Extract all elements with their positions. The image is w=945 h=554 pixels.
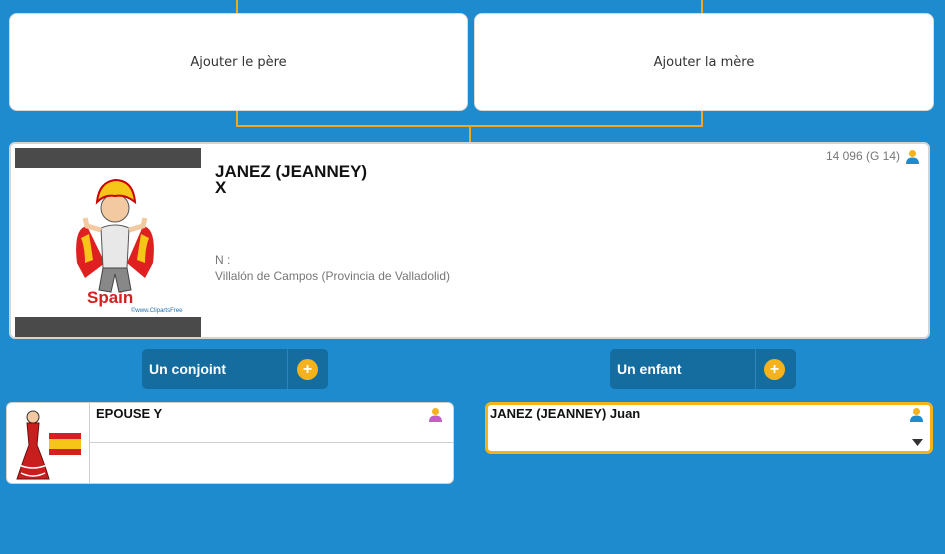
birth-info: N : Villalón de Campos (Provincia de Val… (215, 252, 450, 284)
male-person-icon[interactable] (905, 149, 920, 164)
spouse-card[interactable]: EPOUSE Y (6, 402, 454, 484)
male-person-icon[interactable] (909, 407, 924, 422)
birth-place: Villalón de Campos (Provincia de Vallado… (215, 269, 451, 283)
photo-top-band (15, 148, 201, 168)
add-spouse-button[interactable]: Un conjoint + (142, 349, 328, 389)
connector-father-up (236, 0, 238, 13)
birth-label: N : (215, 253, 231, 267)
sosa-number: 14 096 (G 14) (825, 149, 900, 163)
add-child-button[interactable]: Un enfant + (610, 349, 796, 389)
spouse-name[interactable]: EPOUSE Y (96, 406, 162, 421)
connector-to-person (469, 125, 471, 142)
add-spouse-label: Un conjoint (149, 361, 226, 377)
plus-icon[interactable]: + (297, 359, 318, 380)
child-name[interactable]: JANEZ (JEANNEY) Juan (490, 406, 640, 421)
spouse-divider-vertical (89, 403, 90, 483)
person-surname: JANEZ (JEANNEY) (215, 162, 368, 181)
add-child-label: Un enfant (617, 361, 682, 377)
spouse-divider-horizontal (90, 442, 453, 443)
child-card[interactable]: JANEZ (JEANNEY) Juan (485, 402, 933, 454)
person-name[interactable]: JANEZ (JEANNEY) X (215, 162, 368, 197)
spouse-photo (16, 410, 81, 480)
female-person-icon[interactable] (428, 407, 443, 422)
button-separator (755, 349, 756, 389)
person-given-name: X (215, 178, 227, 197)
chevron-down-icon[interactable] (912, 439, 923, 446)
add-father-card[interactable]: Ajouter le père (9, 13, 468, 111)
photo-bottom-band (15, 317, 201, 337)
connector-mother-up (701, 0, 703, 13)
add-mother-label: Ajouter la mère (653, 54, 755, 70)
add-father-label: Ajouter le père (190, 54, 287, 70)
person-card[interactable]: Spain ©www.ClipartsFree JANEZ (JEANNEY) … (9, 142, 930, 339)
person-photo[interactable]: Spain ©www.ClipartsFree (15, 148, 201, 337)
add-mother-card[interactable]: Ajouter la mère (474, 13, 934, 111)
button-separator (287, 349, 288, 389)
photo-caption: Spain (87, 288, 134, 307)
plus-icon[interactable]: + (764, 359, 785, 380)
photo-credit: ©www.ClipartsFree (131, 308, 183, 314)
